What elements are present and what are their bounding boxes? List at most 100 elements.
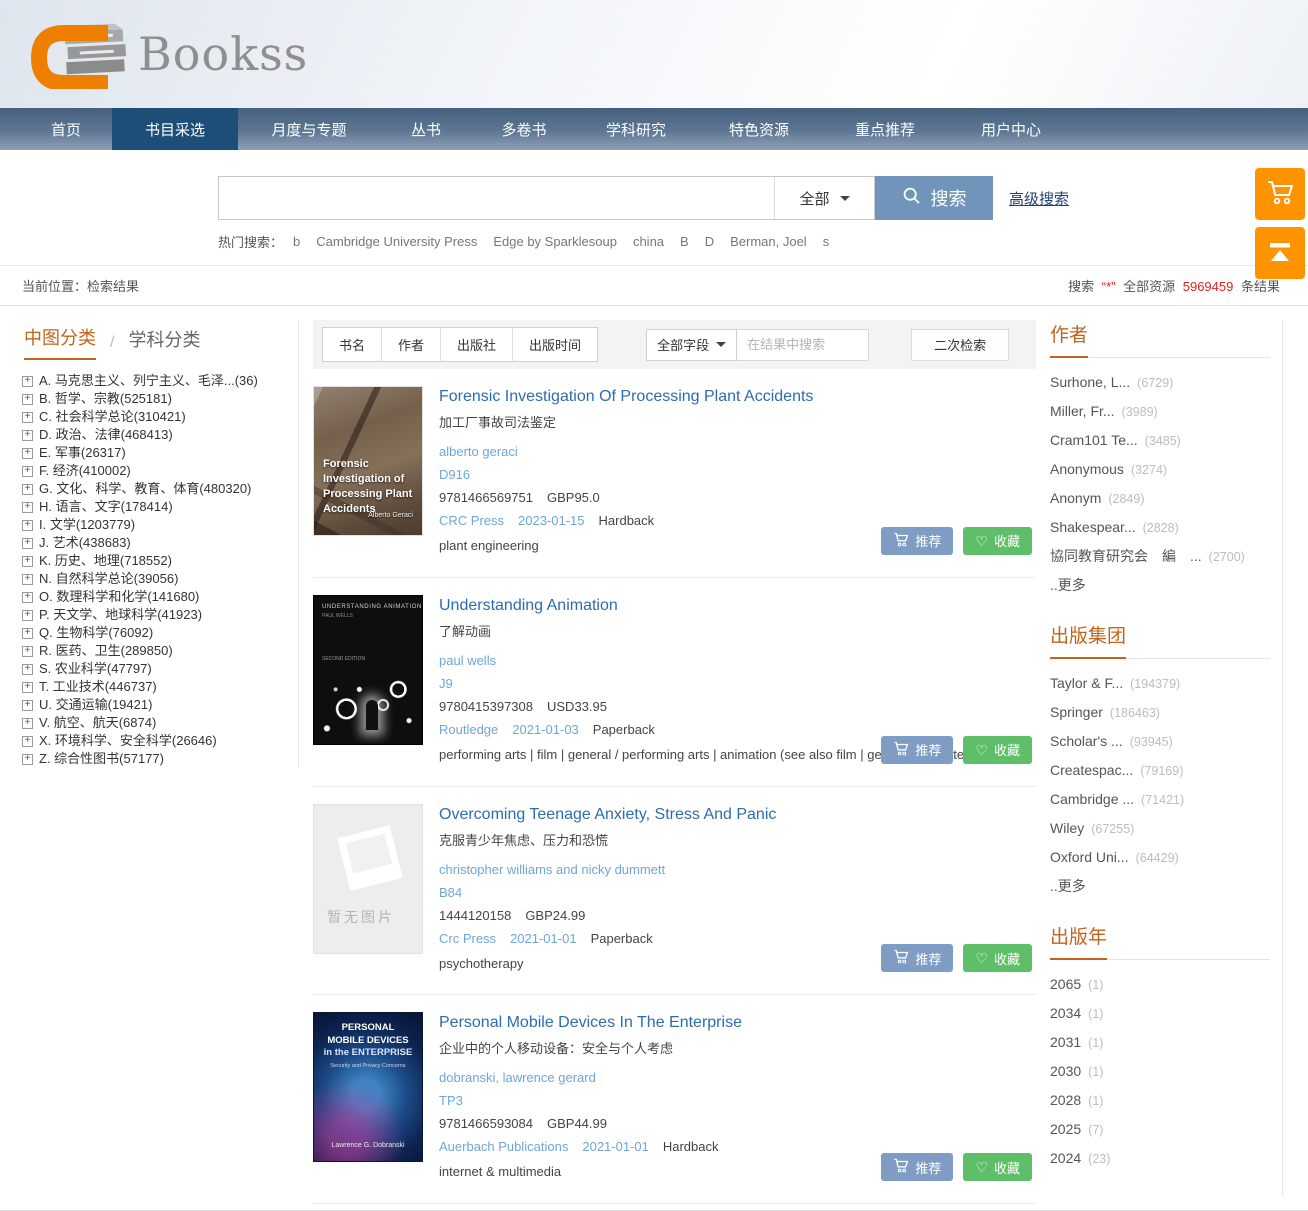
- category-item[interactable]: +Z. 综合性图书(57177): [22, 750, 288, 768]
- expand-plus-icon[interactable]: +: [22, 682, 33, 693]
- expand-plus-icon[interactable]: +: [22, 646, 33, 657]
- category-item[interactable]: +U. 交通运输(19421): [22, 696, 288, 714]
- search-button[interactable]: 搜索: [875, 176, 993, 220]
- category-item[interactable]: +G. 文化、科学、教育、体育(480320): [22, 480, 288, 498]
- category-item[interactable]: +C. 社会科学总论(310421): [22, 408, 288, 426]
- nav-item-7[interactable]: 特色资源: [696, 108, 822, 150]
- book-publisher-link[interactable]: CRC Press: [439, 513, 504, 528]
- nav-item-5[interactable]: 多卷书: [472, 108, 576, 150]
- facet-item[interactable]: Createspac...(79169): [1050, 756, 1270, 785]
- facet-item[interactable]: Anonym(2849): [1050, 484, 1270, 513]
- category-item[interactable]: +X. 环境科学、安全科学(26646): [22, 732, 288, 750]
- sort-button-2[interactable]: 作者: [381, 328, 440, 361]
- field-select[interactable]: 全部字段: [646, 329, 737, 361]
- category-item[interactable]: +J. 艺术(438683): [22, 534, 288, 552]
- category-item[interactable]: +A. 马克思主义、列宁主义、毛泽...(36): [22, 372, 288, 390]
- expand-plus-icon[interactable]: +: [22, 412, 33, 423]
- book-author-link[interactable]: dobranski, lawrence gerard: [439, 1070, 742, 1085]
- tab-clc-classification[interactable]: 中图分类: [24, 324, 96, 360]
- expand-plus-icon[interactable]: +: [22, 592, 33, 603]
- book-author-link[interactable]: paul wells: [439, 653, 976, 668]
- expand-plus-icon[interactable]: +: [22, 736, 33, 747]
- book-clc-link[interactable]: B84: [439, 885, 776, 900]
- search-input[interactable]: [219, 177, 774, 219]
- expand-plus-icon[interactable]: +: [22, 466, 33, 477]
- facet-item[interactable]: Cambridge ...(71421): [1050, 785, 1270, 814]
- facet-item[interactable]: 2028(1): [1050, 1086, 1270, 1115]
- facet-item[interactable]: 2030(1): [1050, 1057, 1270, 1086]
- back-to-top-button[interactable]: [1255, 227, 1305, 279]
- nav-item-6[interactable]: 学科研究: [576, 108, 696, 150]
- expand-plus-icon[interactable]: +: [22, 502, 33, 513]
- book-publisher-link[interactable]: Auerbach Publications: [439, 1139, 568, 1154]
- facet-item[interactable]: 協同教育研究会 編 ...(2700): [1050, 542, 1270, 571]
- nav-item-3[interactable]: 月度与专题: [238, 108, 380, 150]
- favorite-button[interactable]: ♡收藏: [963, 1153, 1032, 1181]
- facet-item[interactable]: 2031(1): [1050, 1028, 1270, 1057]
- search-scope-select[interactable]: 全部: [774, 177, 874, 219]
- facet-item[interactable]: Shakespear...(2828): [1050, 513, 1270, 542]
- book-title-link[interactable]: Overcoming Teenage Anxiety, Stress And P…: [439, 806, 776, 824]
- facet-item[interactable]: Springer(186463): [1050, 698, 1270, 727]
- hot-search-term[interactable]: Cambridge University Press: [316, 234, 477, 249]
- expand-plus-icon[interactable]: +: [22, 538, 33, 549]
- category-item[interactable]: +P. 天文学、地球科学(41923): [22, 606, 288, 624]
- category-item[interactable]: +K. 历史、地理(718552): [22, 552, 288, 570]
- expand-plus-icon[interactable]: +: [22, 430, 33, 441]
- facet-item[interactable]: Wiley(67255): [1050, 814, 1270, 843]
- book-publisher-link[interactable]: Crc Press: [439, 931, 496, 946]
- book-title-link[interactable]: Forensic Investigation Of Processing Pla…: [439, 388, 813, 406]
- expand-plus-icon[interactable]: +: [22, 664, 33, 675]
- hot-search-term[interactable]: D: [705, 234, 714, 249]
- book-cover[interactable]: 暂无图片: [313, 804, 423, 954]
- category-item[interactable]: +B. 哲学、宗教(525181): [22, 390, 288, 408]
- category-item[interactable]: +I. 文学(1203779): [22, 516, 288, 534]
- category-item[interactable]: +R. 医药、卫生(289850): [22, 642, 288, 660]
- expand-plus-icon[interactable]: +: [22, 484, 33, 495]
- category-item[interactable]: +H. 语言、文字(178414): [22, 498, 288, 516]
- facet-item[interactable]: Anonymous(3274): [1050, 455, 1270, 484]
- facet-item[interactable]: Miller, Fr...(3989): [1050, 397, 1270, 426]
- recommend-button[interactable]: 推荐: [881, 736, 953, 764]
- facet-item[interactable]: Surhone, L...(6729): [1050, 368, 1270, 397]
- expand-plus-icon[interactable]: +: [22, 628, 33, 639]
- facet-item[interactable]: Oxford Uni...(64429): [1050, 843, 1270, 872]
- book-cover[interactable]: ForensicInvestigation ofProcessing Plant…: [313, 386, 423, 536]
- category-item[interactable]: +S. 农业科学(47797): [22, 660, 288, 678]
- hot-search-term[interactable]: china: [633, 234, 664, 249]
- hot-search-term[interactable]: s: [823, 234, 830, 249]
- favorite-button[interactable]: ♡收藏: [963, 736, 1032, 764]
- nav-item-8[interactable]: 重点推荐: [822, 108, 948, 150]
- expand-plus-icon[interactable]: +: [22, 556, 33, 567]
- facet-item[interactable]: Cram101 Te...(3485): [1050, 426, 1270, 455]
- sort-button-1[interactable]: 书名: [323, 328, 381, 361]
- facet-item[interactable]: Scholar's ...(93945): [1050, 727, 1270, 756]
- expand-plus-icon[interactable]: +: [22, 754, 33, 765]
- sort-button-4[interactable]: 出版时间: [512, 328, 597, 361]
- expand-plus-icon[interactable]: +: [22, 574, 33, 585]
- book-cover[interactable]: PERSONALMOBILE DEVICESin the ENTERPRISES…: [313, 1012, 423, 1162]
- hot-search-term[interactable]: Berman, Joel: [730, 234, 807, 249]
- recommend-button[interactable]: 推荐: [881, 1153, 953, 1181]
- facet-item[interactable]: 2065(1): [1050, 970, 1270, 999]
- category-item[interactable]: +V. 航空、航天(6874): [22, 714, 288, 732]
- site-logo[interactable]: Bookss: [20, 15, 308, 94]
- expand-plus-icon[interactable]: +: [22, 394, 33, 405]
- facet-more-link[interactable]: ..更多: [1050, 571, 1086, 599]
- category-item[interactable]: +D. 政治、法律(468413): [22, 426, 288, 444]
- refine-search-button[interactable]: 二次检索: [911, 329, 1009, 361]
- refine-search-input[interactable]: [737, 329, 869, 361]
- book-cover[interactable]: Understanding AnimationPaul WellsSecond …: [313, 595, 423, 745]
- book-author-link[interactable]: christopher williams and nicky dummett: [439, 862, 776, 877]
- expand-plus-icon[interactable]: +: [22, 376, 33, 387]
- expand-plus-icon[interactable]: +: [22, 448, 33, 459]
- hot-search-term[interactable]: b: [293, 234, 300, 249]
- cart-button[interactable]: [1255, 168, 1305, 220]
- tab-subject-classification[interactable]: 学科分类: [128, 326, 200, 360]
- facet-item[interactable]: Taylor & F...(194379): [1050, 669, 1270, 698]
- expand-plus-icon[interactable]: +: [22, 718, 33, 729]
- category-item[interactable]: +O. 数理科学和化学(141680): [22, 588, 288, 606]
- nav-item-2[interactable]: 书目采选: [112, 108, 238, 150]
- hot-search-term[interactable]: Edge by Sparklesoup: [493, 234, 617, 249]
- category-item[interactable]: +T. 工业技术(446737): [22, 678, 288, 696]
